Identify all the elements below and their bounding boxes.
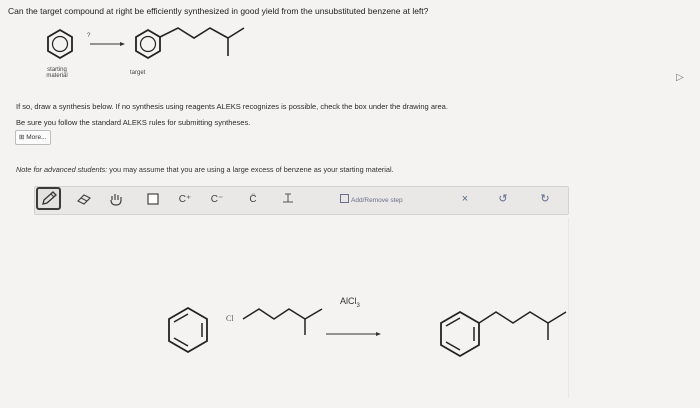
add-remove-label: Add/Remove step <box>351 197 403 204</box>
more-button[interactable]: ⊞ More... <box>15 130 51 145</box>
arrow-question-mark: ? <box>87 33 91 39</box>
question-arrow <box>90 42 125 46</box>
advanced-note: Note for advanced students: you may assu… <box>16 165 394 174</box>
reagent-main: AlCl <box>340 296 357 306</box>
drawn-product <box>440 310 567 358</box>
radical-tool[interactable]: C̈ <box>243 190 263 208</box>
template-tool[interactable] <box>143 190 163 208</box>
hand-icon <box>110 194 122 206</box>
starting-label-line2: material <box>46 73 68 80</box>
arrow-push-icon <box>283 193 293 203</box>
instruction-line-1: If so, draw a synthesis below. If no syn… <box>16 102 448 111</box>
mouse-cursor-icon: ▷ <box>676 72 684 83</box>
chlorine-label: Cl <box>226 314 234 323</box>
pencil-icon <box>42 191 57 205</box>
eraser-icon <box>76 194 92 205</box>
close-icon[interactable]: × <box>458 192 472 206</box>
edit-icon <box>340 194 349 203</box>
drawn-benzene <box>168 306 208 354</box>
note-prefix: Note for advanced students: <box>16 165 108 174</box>
carbocation-tool[interactable]: C⁺ <box>175 190 195 208</box>
reagent-label: AlCl3 <box>340 296 360 309</box>
benzene-structure <box>47 28 73 60</box>
drawn-reaction-arrow <box>326 332 381 336</box>
add-remove-step-button[interactable]: Add/Remove step <box>340 194 403 204</box>
drawn-alkyl-chloride <box>242 308 323 335</box>
starting-material-label: starting material <box>40 67 74 80</box>
eraser-tool[interactable] <box>74 190 94 208</box>
hand-tool[interactable] <box>106 190 126 208</box>
pencil-tool[interactable] <box>36 187 61 210</box>
target-label: target <box>130 70 146 76</box>
instruction-line-2: Be sure you follow the standard ALEKS ru… <box>16 118 251 127</box>
drawn-reaction <box>168 306 567 358</box>
reaction-scheme <box>47 27 245 60</box>
bond-tool[interactable] <box>278 190 298 208</box>
question-text: Can the target compound at right be effi… <box>8 6 429 16</box>
square-template-icon <box>147 193 159 205</box>
target-structure <box>135 27 245 60</box>
undo-icon[interactable]: ↺ <box>496 192 510 206</box>
note-text: you may assume that you are using a larg… <box>107 165 394 174</box>
reagent-subscript: 3 <box>356 302 360 309</box>
carbanion-tool[interactable]: C⁻ <box>207 190 227 208</box>
redo-icon[interactable]: ↻ <box>538 192 552 206</box>
more-button-label: More... <box>26 134 47 141</box>
